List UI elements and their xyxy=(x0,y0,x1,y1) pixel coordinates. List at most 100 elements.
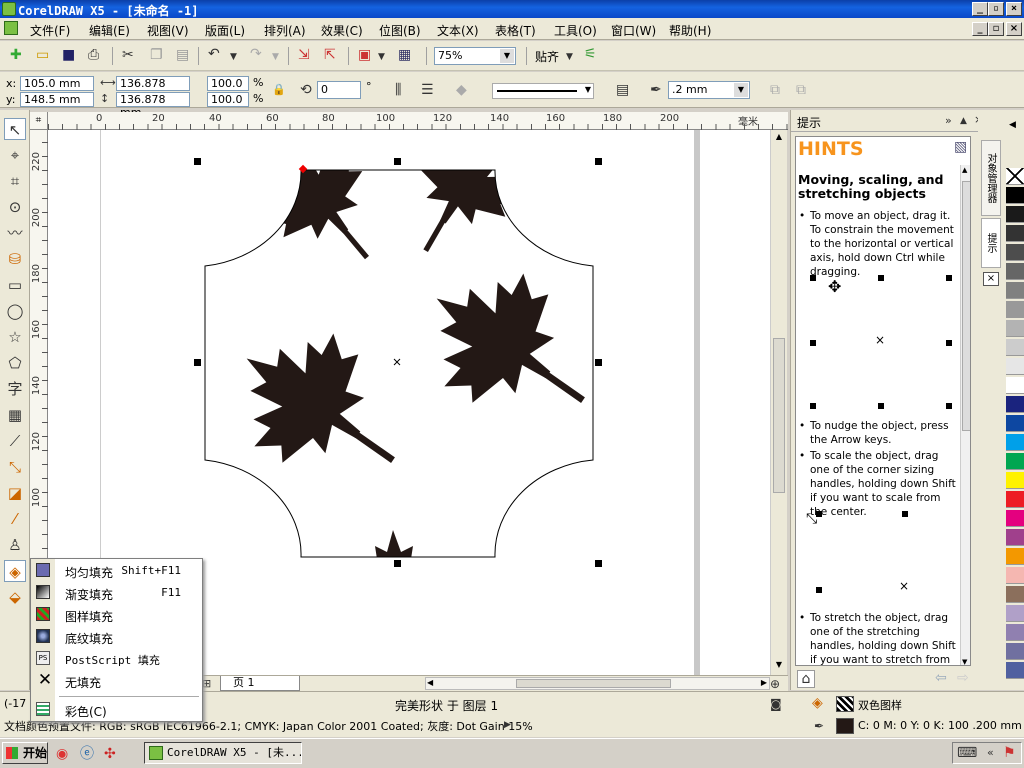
scroll-thumb[interactable] xyxy=(962,181,970,431)
scroll-left-icon[interactable]: ◀ xyxy=(427,678,433,687)
ellipse-tool-icon[interactable]: ◯ xyxy=(4,300,26,322)
fill-tool-icon[interactable]: ◈ xyxy=(4,560,26,582)
horizontal-scrollbar[interactable]: ◀ ▶ xyxy=(425,677,770,690)
zoom-select[interactable]: 75% ▼ xyxy=(434,47,516,65)
scroll-down-icon[interactable]: ▼ xyxy=(773,660,785,672)
palette-swatch[interactable] xyxy=(1006,605,1024,622)
polygon-tool-icon[interactable]: ☆ xyxy=(4,326,26,348)
palette-swatch[interactable] xyxy=(1006,358,1024,375)
to-back-icon[interactable]: ⧉ xyxy=(796,82,806,98)
palette-swatch[interactable] xyxy=(1006,510,1024,527)
menu-file[interactable]: 文件(F) xyxy=(30,22,70,39)
pick-tool-icon[interactable]: ↖ xyxy=(4,118,26,140)
pattern-icon[interactable]: ◆ xyxy=(456,82,467,98)
redo-icon[interactable]: ↷ xyxy=(250,46,262,62)
scale-y-field[interactable]: 100.0 xyxy=(207,92,249,107)
palette-swatch[interactable] xyxy=(1006,320,1024,337)
doc-minimize-button[interactable]: _ xyxy=(972,22,988,36)
palette-swatch[interactable] xyxy=(1006,624,1024,641)
chevron-right-icon[interactable]: ▶ xyxy=(504,717,511,733)
forward-icon[interactable]: ⇨ xyxy=(957,670,969,686)
fountain-fill-item[interactable]: 渐变填充 F11 xyxy=(33,582,201,604)
zoom-tool-icon[interactable]: ⊙ xyxy=(4,196,26,218)
palette-swatch[interactable] xyxy=(1006,529,1024,546)
back-icon[interactable]: ⇦ xyxy=(935,670,947,686)
freehand-tool-icon[interactable]: 〰 xyxy=(4,222,26,244)
to-front-icon[interactable]: ⧉ xyxy=(770,82,780,98)
scroll-up-icon[interactable]: ▲ xyxy=(962,166,967,174)
minimize-button[interactable]: _ xyxy=(972,2,988,16)
menu-text[interactable]: 文本(X) xyxy=(437,22,479,39)
chevron-down-icon[interactable]: ▼ xyxy=(272,49,279,65)
palette-swatch[interactable] xyxy=(1006,586,1024,603)
scroll-thumb[interactable] xyxy=(516,679,671,688)
palette-swatch[interactable] xyxy=(1006,662,1024,679)
paste-icon[interactable]: ▤ xyxy=(176,47,189,63)
ie-icon[interactable]: ⓔ xyxy=(80,746,94,762)
uniform-fill-item[interactable]: 均匀填充 Shift+F11 xyxy=(33,560,201,582)
expand-icon[interactable]: » xyxy=(945,113,952,129)
network-icon[interactable]: ⚑ xyxy=(1003,745,1016,761)
horizontal-ruler[interactable]: 0 20 40 60 80 100 120 140 160 180 200 毫米 xyxy=(48,112,788,130)
mirror-h-icon[interactable]: ⫼ xyxy=(395,82,401,98)
chevron-down-icon[interactable]: ▼ xyxy=(566,49,573,65)
scale-x-field[interactable]: 100.0 xyxy=(207,76,249,91)
doc-close-button[interactable]: × xyxy=(1006,22,1022,36)
texture-fill-item[interactable]: 底纹填充 xyxy=(33,626,201,648)
restore-button[interactable]: ▫ xyxy=(988,2,1004,16)
crop-tool-icon[interactable]: ⌗ xyxy=(4,170,26,192)
dimension-tool-icon[interactable]: ⟋ xyxy=(4,430,26,452)
palette-swatch[interactable] xyxy=(1006,263,1024,280)
selection-handle[interactable] xyxy=(595,158,602,165)
tab-object-manager[interactable]: 对象管理器 xyxy=(981,140,1001,216)
chrome-icon[interactable]: ◉ xyxy=(56,746,68,762)
collapse-icon[interactable]: ▲ xyxy=(960,113,967,129)
basic-shapes-tool-icon[interactable]: ⬠ xyxy=(4,352,26,374)
outline-tool-icon[interactable]: ♙ xyxy=(4,534,26,556)
palette-swatch[interactable] xyxy=(1006,187,1024,204)
zoom-navigator-icon[interactable]: ⊕ xyxy=(770,676,780,692)
palette-swatch[interactable] xyxy=(1006,548,1024,565)
palette-swatch[interactable] xyxy=(1006,415,1024,432)
page-tab[interactable]: 页 1 xyxy=(220,676,300,691)
tray-expand-icon[interactable]: « xyxy=(987,745,994,761)
start-button[interactable]: 开始 xyxy=(2,742,48,764)
snap-label[interactable]: 贴齐 xyxy=(535,48,559,65)
home-icon[interactable]: ⌂ xyxy=(797,670,815,688)
chevron-down-icon[interactable]: ▼ xyxy=(378,49,385,65)
export-icon[interactable]: ⇱ xyxy=(324,47,336,63)
outline-width-field[interactable]: .2 mm ▼ xyxy=(668,81,750,99)
welcome-screen-icon[interactable]: ▦ xyxy=(398,47,411,63)
open-icon[interactable]: ▭ xyxy=(36,47,49,63)
doc-restore-button[interactable]: ▫ xyxy=(988,22,1004,36)
ruler-corner[interactable]: ⌗ xyxy=(30,112,48,130)
vertical-scrollbar[interactable]: ▲ ▼ xyxy=(770,130,787,675)
pattern-fill-item[interactable]: 图样填充 xyxy=(33,604,201,626)
selection-handle[interactable] xyxy=(394,560,401,567)
y-position-field[interactable]: 148.5 mm xyxy=(20,92,94,107)
postscript-fill-item[interactable]: PS PostScript 填充 xyxy=(33,648,201,670)
table-tool-icon[interactable]: ▦ xyxy=(4,404,26,426)
quicklaunch-icon[interactable]: ✣ xyxy=(104,746,116,762)
keyboard-icon[interactable]: ⌨ xyxy=(957,745,977,761)
menu-effects[interactable]: 效果(C) xyxy=(321,22,363,39)
menu-arrange[interactable]: 排列(A) xyxy=(264,22,306,39)
scroll-right-icon[interactable]: ▶ xyxy=(761,678,767,687)
scroll-up-icon[interactable]: ▲ xyxy=(773,132,785,144)
menu-table[interactable]: 表格(T) xyxy=(495,22,536,39)
color-docker-item[interactable]: 彩色(C) xyxy=(33,699,201,721)
menu-tools[interactable]: 工具(O) xyxy=(554,22,597,39)
palette-swatch[interactable] xyxy=(1006,643,1024,660)
menu-bitmaps[interactable]: 位图(B) xyxy=(379,22,421,39)
interactive-fill-tool-icon[interactable]: ⬙ xyxy=(4,586,26,608)
palette-swatch[interactable] xyxy=(1006,244,1024,261)
selection-handle[interactable] xyxy=(595,560,602,567)
palette-swatch[interactable] xyxy=(1006,491,1024,508)
height-field[interactable]: 136.878 mm xyxy=(116,92,190,119)
palette-swatch[interactable] xyxy=(1006,301,1024,318)
save-icon[interactable]: ■ xyxy=(62,47,75,63)
undo-icon[interactable]: ↶ xyxy=(208,46,220,62)
selection-handle[interactable] xyxy=(394,158,401,165)
menu-view[interactable]: 视图(V) xyxy=(147,22,189,39)
shape-tool-icon[interactable]: ⌖ xyxy=(4,144,26,166)
